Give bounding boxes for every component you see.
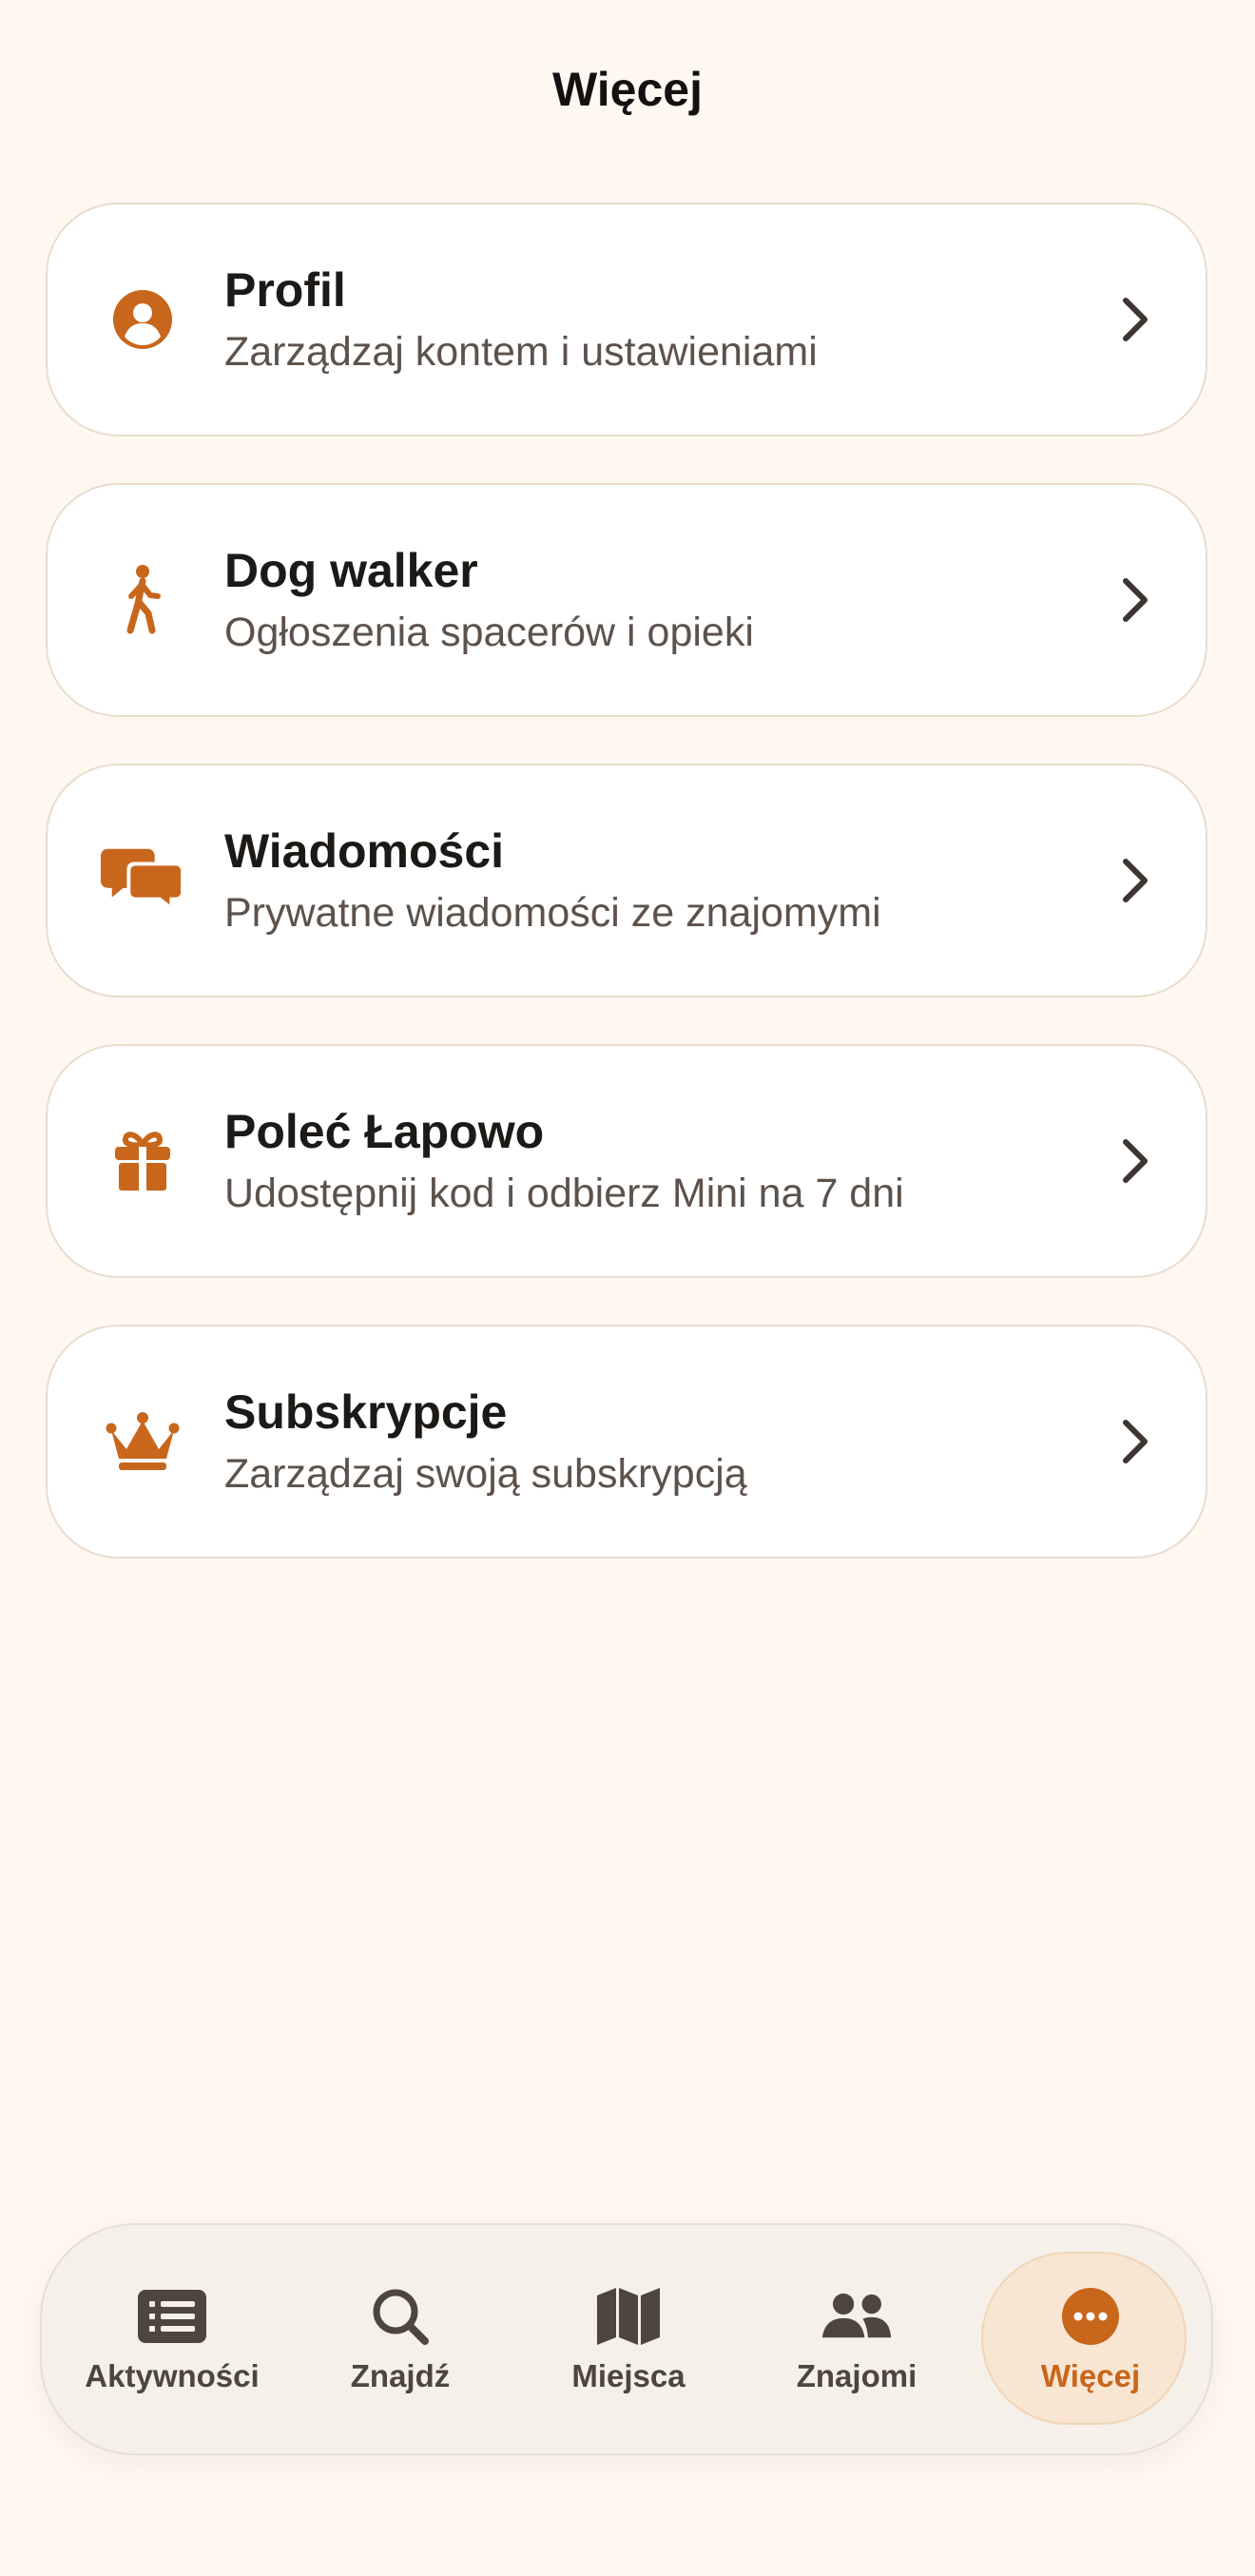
menu-item-subtitle: Ogłoszenia spacerów i opieki [224,610,754,655]
people-icon [821,2283,893,2350]
tab-label: Więcej [1040,2358,1141,2393]
menu-item-refer[interactable]: Poleć Łapowo Udostępnij kod i odbierz Mi… [46,1044,1207,1278]
tab-search[interactable]: Znajdź [291,2225,510,2453]
menu-item-messages[interactable]: Wiadomości Prywatne wiadomości ze znajom… [46,764,1207,997]
menu-item-title: Poleć Łapowo [224,1105,545,1158]
search-icon [364,2283,436,2350]
chevron-right-icon [1123,1420,1148,1463]
tab-label: Aktywności [85,2358,260,2393]
tab-places[interactable]: Miejsca [519,2225,738,2453]
tab-label: Znajdź [350,2358,451,2393]
chevron-right-icon [1123,298,1148,341]
tab-label: Miejsca [571,2358,685,2393]
menu-item-subtitle: Udostępnij kod i odbierz Mini na 7 dni [224,1171,904,1216]
menu-list: Profil Zarządzaj kontem i ustawieniami D… [46,203,1207,1605]
chevron-right-icon [1123,1139,1148,1183]
gift-icon [101,1119,184,1203]
menu-item-title: Profil [224,263,346,317]
walking-person-icon [101,558,184,642]
chevron-right-icon [1123,859,1148,902]
menu-item-profile[interactable]: Profil Zarządzaj kontem i ustawieniami [46,203,1207,436]
more-icon [1054,2283,1127,2350]
menu-item-dog-walker[interactable]: Dog walker Ogłoszenia spacerów i opieki [46,483,1207,717]
chevron-right-icon [1123,578,1148,622]
menu-item-subtitle: Zarządzaj kontem i ustawieniami [224,329,818,375]
menu-item-title: Subskrypcje [224,1385,508,1439]
list-icon [136,2283,208,2350]
tab-label: Znajomi [796,2358,917,2393]
menu-item-subtitle: Zarządzaj swoją subskrypcją [224,1451,747,1497]
menu-item-subtitle: Prywatne wiadomości ze znajomymi [224,890,881,936]
tab-activities[interactable]: Aktywności [63,2225,281,2453]
tab-bar: Aktywności Znajdź Miejsca Znajomi Więcej [40,2223,1213,2455]
map-icon [592,2283,665,2350]
person-circle-icon [101,278,184,361]
chat-bubbles-icon [101,839,184,922]
menu-item-title: Dog walker [224,544,478,597]
page-title: Więcej [552,63,703,116]
menu-item-title: Wiadomości [224,824,505,878]
tab-friends[interactable]: Znajomi [747,2225,966,2453]
tab-more[interactable]: Więcej [981,2225,1200,2453]
crown-icon [101,1400,184,1483]
menu-item-subscriptions[interactable]: Subskrypcje Zarządzaj swoją subskrypcją [46,1325,1207,1559]
